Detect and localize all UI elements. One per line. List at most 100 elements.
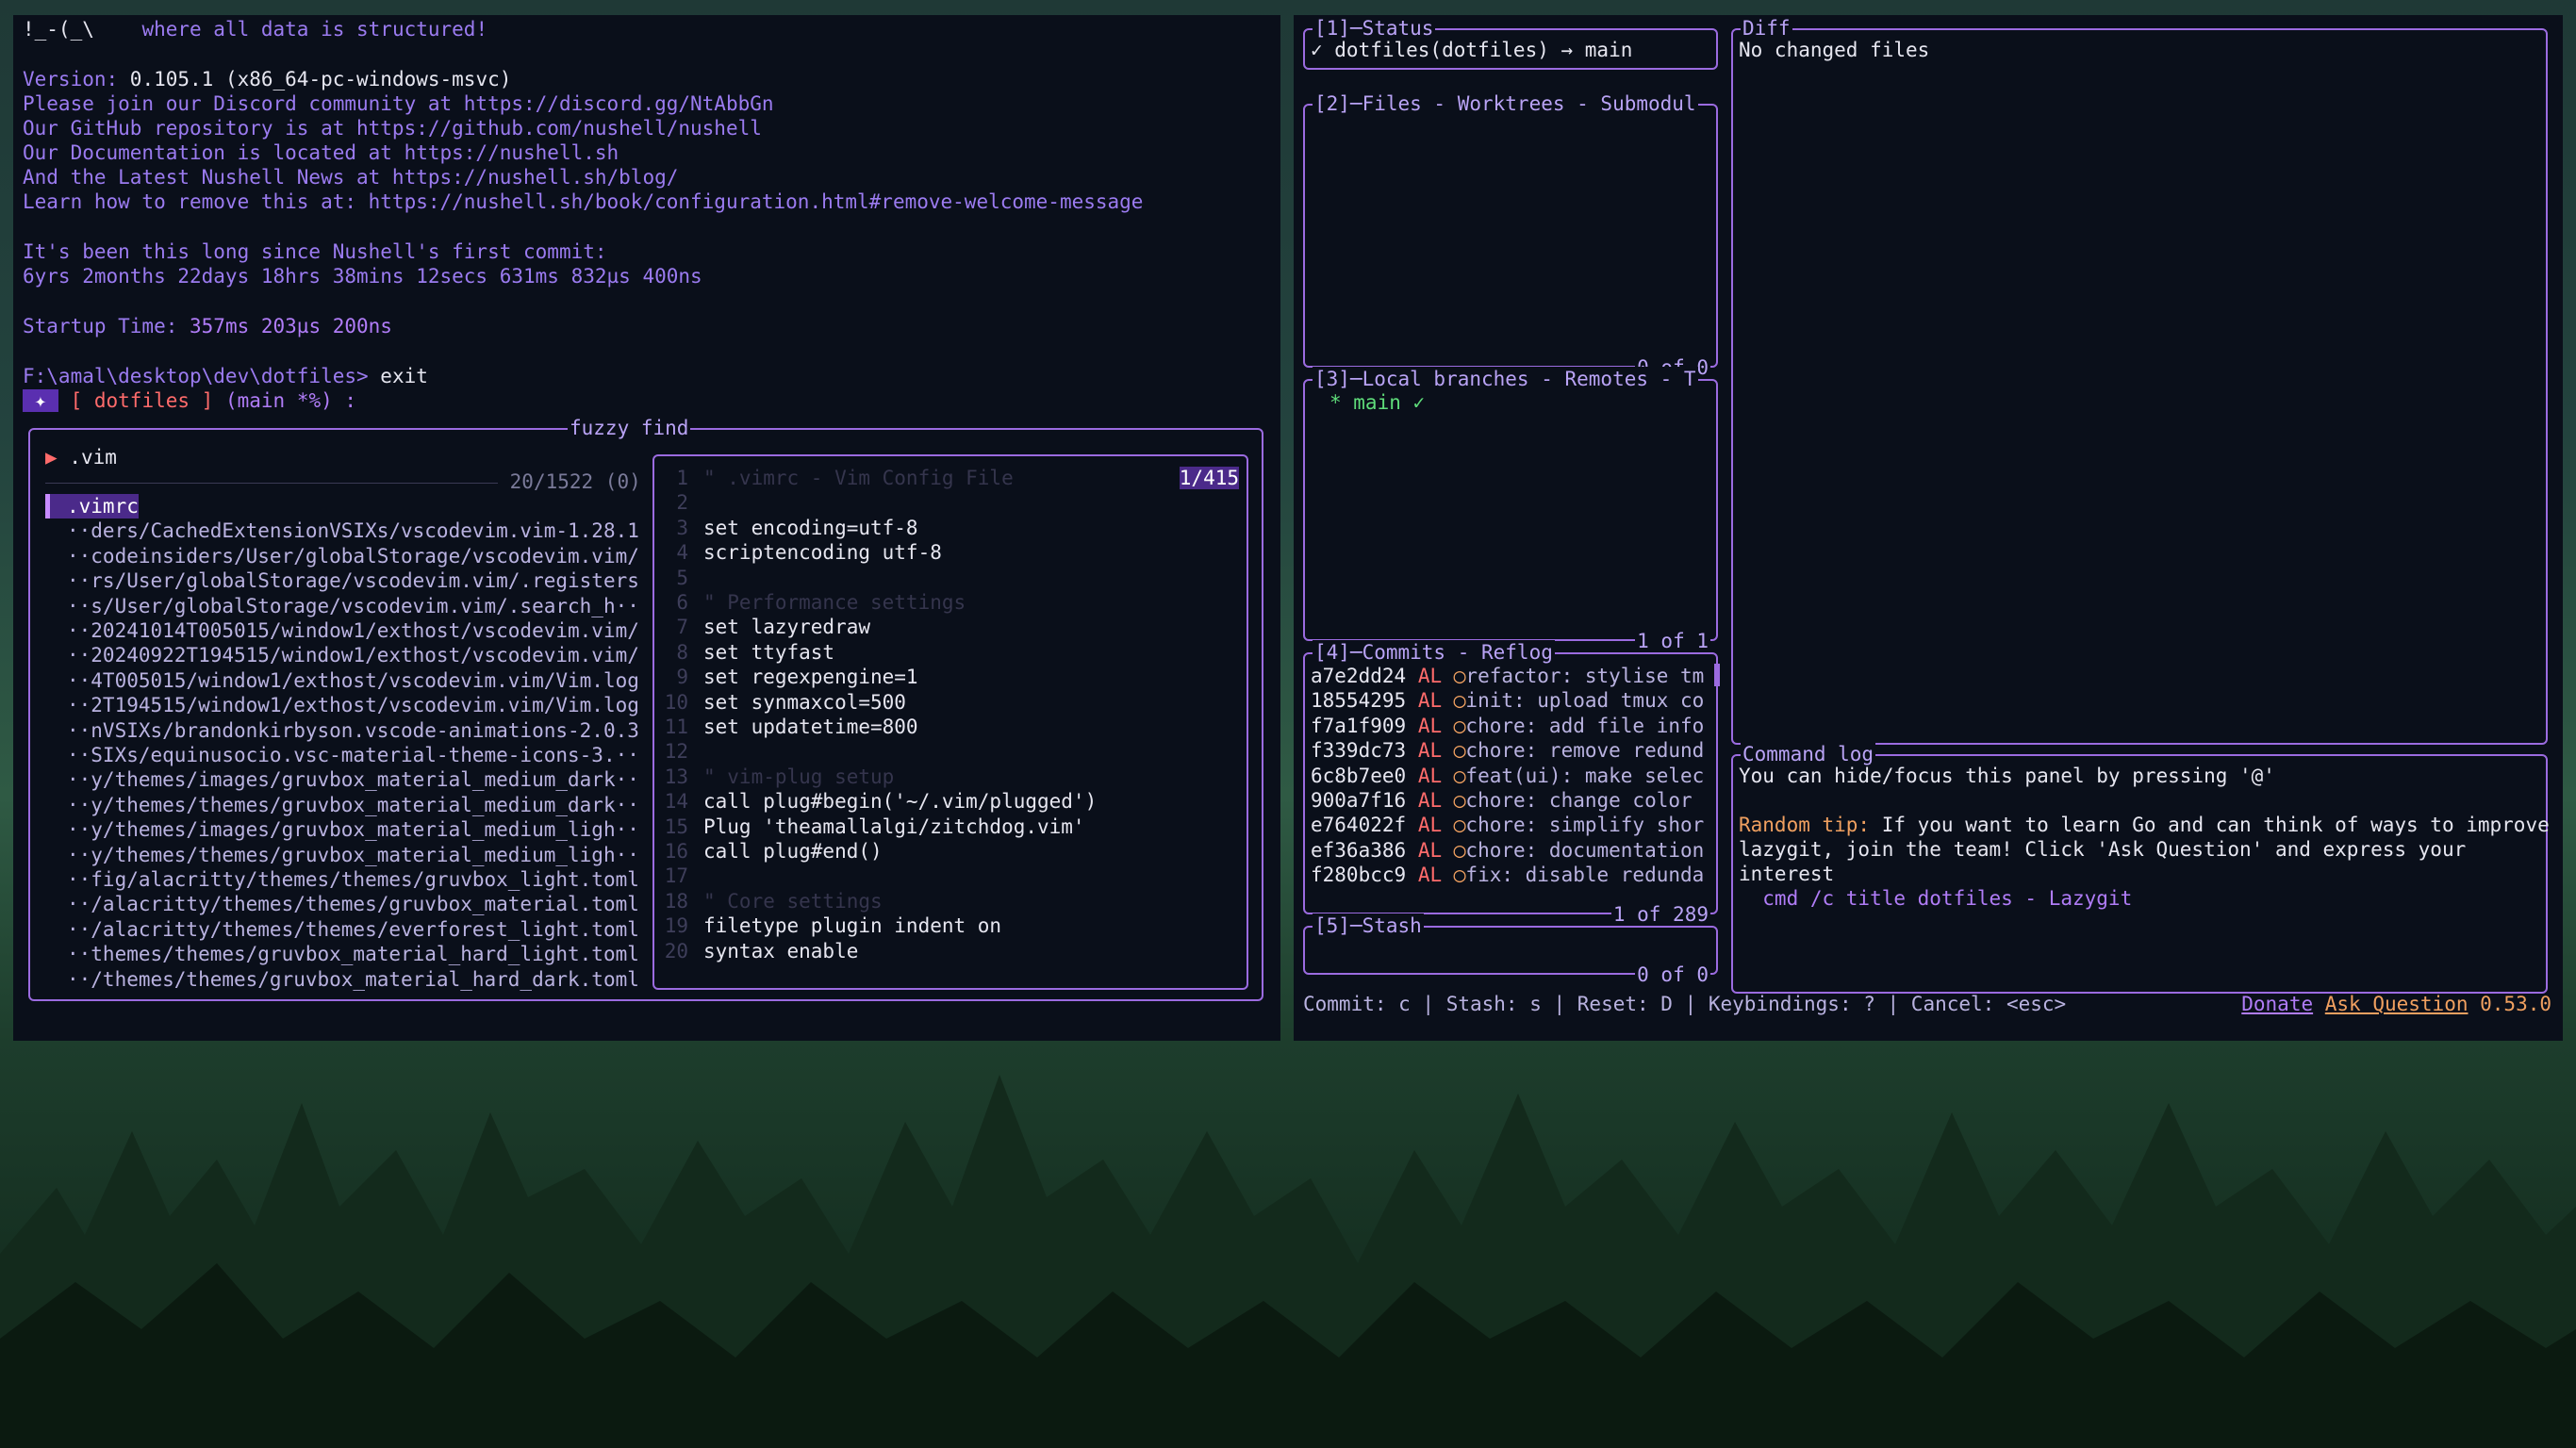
line-number: 17 <box>664 864 688 888</box>
fzf-result-item[interactable]: ··y/themes/images/gruvbox_material_mediu… <box>45 767 639 792</box>
preview-line: 8 set ttyfast <box>654 640 834 665</box>
commit-row[interactable]: f339dc73 AL ◯chore: remove redund <box>1311 738 1704 763</box>
fzf-result-item[interactable]: ··ders/CachedExtensionVSIXs/vscodevim.vi… <box>45 518 639 543</box>
lazygit-version: 0.53.0 <box>2480 993 2551 1015</box>
code-text: " Performance settings <box>703 591 966 614</box>
preview-line: 17 <box>654 864 703 888</box>
branches-panel-title[interactable]: [3]─Local branches - Remotes - T <box>1313 367 1698 392</box>
commit-author: AL <box>1417 789 1443 812</box>
code-text: set updatetime=800 <box>703 716 918 738</box>
fzf-result-item[interactable]: ··y/themes/themes/gruvbox_material_mediu… <box>45 843 639 867</box>
fzf-result-item[interactable]: ··codeinsiders/User/globalStorage/vscode… <box>45 544 639 568</box>
commits-panel[interactable]: [4]─Commits - Reflog a7e2dd24 AL ◯refact… <box>1303 640 1720 927</box>
fzf-window[interactable]: fuzzy find ▶ .vim 20/1522 (0) .vimrc ··de… <box>28 416 1263 1001</box>
branch-item-main[interactable]: * main ✓ <box>1329 390 1425 415</box>
github-line: Our GitHub repository is at https://gith… <box>23 117 762 140</box>
code-text: filetype plugin indent on <box>703 914 1002 938</box>
prompt-line: F:\amal\desktop\dev\dotfiles> exit <box>23 364 428 388</box>
line-number: 18 <box>664 889 688 913</box>
fzf-result-item[interactable]: ··y/themes/images/gruvbox_material_mediu… <box>45 817 639 842</box>
random-tip-line2: lazygit, join the team! Click 'Ask Quest… <box>1739 838 2467 861</box>
commit-message: chore: add file info <box>1465 714 1705 737</box>
fzf-result-item[interactable]: ··themes/themes/gruvbox_material_hard_li… <box>45 942 639 966</box>
preview-line: 12 <box>654 739 703 764</box>
code-text: Plug 'theamallalgi/zitchdog.vim' <box>703 814 1085 838</box>
startup-label: Startup Time: <box>23 315 190 337</box>
fzf-result-item[interactable]: ··20241014T005015/window1/exthost/vscode… <box>45 618 639 643</box>
commit-row[interactable]: a7e2dd24 AL ◯refactor: stylise tm <box>1311 664 1704 688</box>
prompt-path: F:\amal\desktop\dev\dotfiles> <box>23 365 369 387</box>
commit-circle-icon: ◯ <box>1453 838 1466 862</box>
fzf-result-item[interactable]: ··2T194515/window1/exthost/vscodevim.vim… <box>45 693 639 717</box>
fzf-result-item[interactable]: ··SIXs/equinusocio.vsc-material-theme-ic… <box>45 743 639 767</box>
preview-line: 18 " Core settings <box>654 889 883 913</box>
ask-question-link[interactable]: Ask Question <box>2325 993 2469 1015</box>
startup-value: 357ms 203µs 200ns <box>190 315 392 337</box>
fzf-result-item[interactable]: ··rs/User/globalStorage/vscodevim.vim/.r… <box>45 568 639 593</box>
commits-panel-title[interactable]: [4]─Commits - Reflog <box>1313 640 1555 666</box>
code-text: syntax enable <box>703 939 859 963</box>
commit-row[interactable]: f7a1f909 AL ◯chore: add file info <box>1311 714 1704 738</box>
commits-panel-footer: 1 of 289 <box>1610 901 1710 927</box>
fzf-result-item[interactable]: ··s/User/globalStorage/vscodevim.vim/.se… <box>45 594 639 618</box>
prompt-arrow-icon: ▶ <box>45 446 58 469</box>
stash-panel[interactable]: [5]─Stash 0 of 0 <box>1303 913 1718 987</box>
fzf-preview[interactable]: 1/415 1 " .vimrc - Vim Config File 2 3 set e… <box>652 454 1248 990</box>
fzf-result-item[interactable]: ··20240922T194515/window1/exthost/vscode… <box>45 643 639 667</box>
commit-circle-icon: ◯ <box>1453 689 1466 713</box>
fzf-result-selected[interactable]: .vimrc <box>45 494 139 519</box>
discord-line: Please join our Discord community at htt… <box>23 92 774 115</box>
donate-link[interactable]: Donate <box>2241 993 2313 1015</box>
preview-line: 20 syntax enable <box>654 939 859 963</box>
commit-row[interactable]: f280bcc9 AL ◯fix: disable redunda <box>1311 863 1704 887</box>
commit-hash: e764022f <box>1311 814 1407 837</box>
files-panel-title[interactable]: [2]─Files - Worktrees - Submodul <box>1313 91 1698 117</box>
line-number: 13 <box>664 765 688 788</box>
news-line: And the Latest Nushell News at https://n… <box>23 166 679 189</box>
commit-author: AL <box>1417 665 1443 687</box>
fzf-result-item[interactable]: ··/alacritty/themes/themes/gruvbox_mater… <box>45 892 639 916</box>
commit-hash: 18554295 <box>1311 689 1407 713</box>
fzf-result-item[interactable]: ··fig/alacritty/themes/themes/gruvbox_li… <box>45 867 639 892</box>
fzf-result-item[interactable]: ··y/themes/themes/gruvbox_material_mediu… <box>45 793 639 817</box>
line-number: 1 <box>676 467 688 489</box>
preview-position: 1/415 <box>1179 467 1239 489</box>
line-number: 2 <box>676 491 688 515</box>
stash-panel-title[interactable]: [5]─Stash <box>1313 913 1424 939</box>
fzf-query[interactable]: .vim <box>69 446 117 469</box>
commit-row[interactable]: 900a7f16 AL ◯chore: change color <box>1311 788 1693 813</box>
lazygit-terminal[interactable]: [1]─Status ✓ dotfiles(dotfiles) → main [… <box>1294 15 2563 1041</box>
statusbar-right: Donate Ask Question 0.53.0 <box>2241 992 2551 1016</box>
fzf-result-item[interactable]: ··4T005015/window1/exthost/vscodevim.vim… <box>45 668 639 693</box>
commit-row[interactable]: 6c8b7ee0 AL ◯feat(ui): make selec <box>1311 764 1704 788</box>
commits-scrollbar[interactable] <box>1714 664 1720 686</box>
remove-welcome-line: Learn how to remove this at: https://nus… <box>23 190 1144 213</box>
commit-row[interactable]: e764022f AL ◯chore: simplify shor <box>1311 813 1704 837</box>
code-text: scriptencoding utf-8 <box>703 541 942 565</box>
preview-line: 1 " .vimrc - Vim Config File <box>654 466 1013 490</box>
commit-author: AL <box>1417 689 1443 713</box>
fzf-result-item[interactable]: ··/themes/themes/gruvbox_material_hard_d… <box>45 967 639 992</box>
command-log-hint: You can hide/focus this panel by pressin… <box>1739 765 2275 787</box>
fzf-result-item[interactable]: ··/alacritty/themes/themes/everforest_li… <box>45 917 639 942</box>
preview-line: 5 <box>654 566 703 590</box>
diff-panel[interactable]: Diff No changed files <box>1731 16 2548 745</box>
commit-row[interactable]: ef36a386 AL ◯chore: documentation <box>1311 838 1704 863</box>
prompt-repo: [ dotfiles ] <box>58 389 214 412</box>
commit-author: AL <box>1417 838 1443 862</box>
version-value: 0.105.1 (x86_64-pc-windows-msvc) <box>129 68 512 90</box>
branches-panel[interactable]: [3]─Local branches - Remotes - T * main … <box>1303 367 1718 653</box>
fzf-query-line[interactable]: ▶ .vim <box>45 445 117 469</box>
preview-line: 11 set updatetime=800 <box>654 715 918 739</box>
fzf-result-item[interactable]: ··nVSIXs/brandonkirbyson.vscode-animatio… <box>45 718 639 743</box>
line-number: 5 <box>676 566 688 589</box>
nushell-terminal[interactable]: !_-(_\ where all data is structured! Ver… <box>13 15 1280 1041</box>
status-panel[interactable]: [1]─Status ✓ dotfiles(dotfiles) → main <box>1303 16 1718 70</box>
fzf-count: 20/1522 (0) <box>509 470 641 493</box>
preview-line: 16 call plug#end() <box>654 839 883 864</box>
files-panel[interactable]: [2]─Files - Worktrees - Submodul 0 of 0 <box>1303 91 1718 380</box>
command-log-panel[interactable]: Command log You can hide/focus this pane… <box>1731 742 2550 994</box>
line-number: 8 <box>676 640 688 664</box>
commit-row[interactable]: 18554295 AL ◯init: upload tmux co <box>1311 688 1704 713</box>
preview-line: 2 <box>654 490 703 515</box>
